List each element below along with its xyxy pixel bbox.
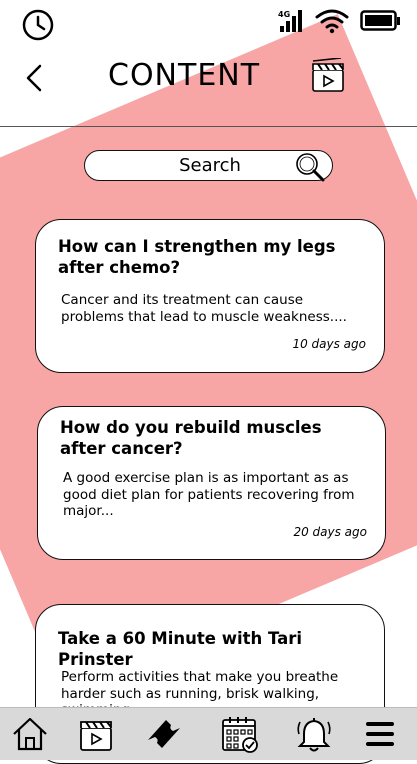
bottom-navigation bbox=[0, 707, 417, 760]
article-title: How do you rebuild muscles after cancer? bbox=[60, 418, 322, 458]
wifi-icon bbox=[315, 9, 349, 34]
article-timestamp: 20 days ago bbox=[293, 525, 367, 539]
header-divider bbox=[0, 126, 417, 127]
article-card[interactable]: How do you rebuild muscles after cancer?… bbox=[37, 406, 386, 560]
search-bar[interactable]: Search bbox=[84, 150, 333, 183]
clock-icon bbox=[22, 9, 54, 41]
hamburger-menu-icon[interactable] bbox=[360, 714, 400, 754]
bell-notification-icon[interactable] bbox=[294, 714, 334, 754]
ticket-icon[interactable] bbox=[144, 714, 184, 754]
article-description: A good exercise plan is as important as … bbox=[63, 470, 355, 519]
clapperboard-video-icon[interactable] bbox=[77, 714, 117, 754]
status-bar: 4G bbox=[0, 0, 417, 50]
home-icon[interactable] bbox=[10, 714, 50, 754]
back-arrow-icon[interactable] bbox=[20, 62, 50, 94]
article-title: Take a 60 Minute with Tari Prinster bbox=[58, 629, 303, 669]
network-type-label: 4G bbox=[278, 10, 290, 19]
magnifier-icon[interactable] bbox=[293, 151, 327, 183]
article-description: Cancer and its treatment can cause probl… bbox=[61, 292, 347, 325]
page-title: CONTENT bbox=[108, 58, 261, 93]
article-timestamp: 10 days ago bbox=[292, 337, 366, 351]
article-title: How can I strengthen my legs after chemo… bbox=[58, 237, 336, 277]
page-header: CONTENT bbox=[0, 50, 417, 126]
clapperboard-video-icon[interactable] bbox=[310, 58, 346, 94]
cellular-signal-icon: 4G bbox=[278, 10, 302, 32]
article-card[interactable]: How can I strengthen my legs after chemo… bbox=[35, 219, 385, 373]
battery-icon bbox=[360, 10, 400, 31]
calendar-check-icon[interactable] bbox=[220, 714, 260, 754]
